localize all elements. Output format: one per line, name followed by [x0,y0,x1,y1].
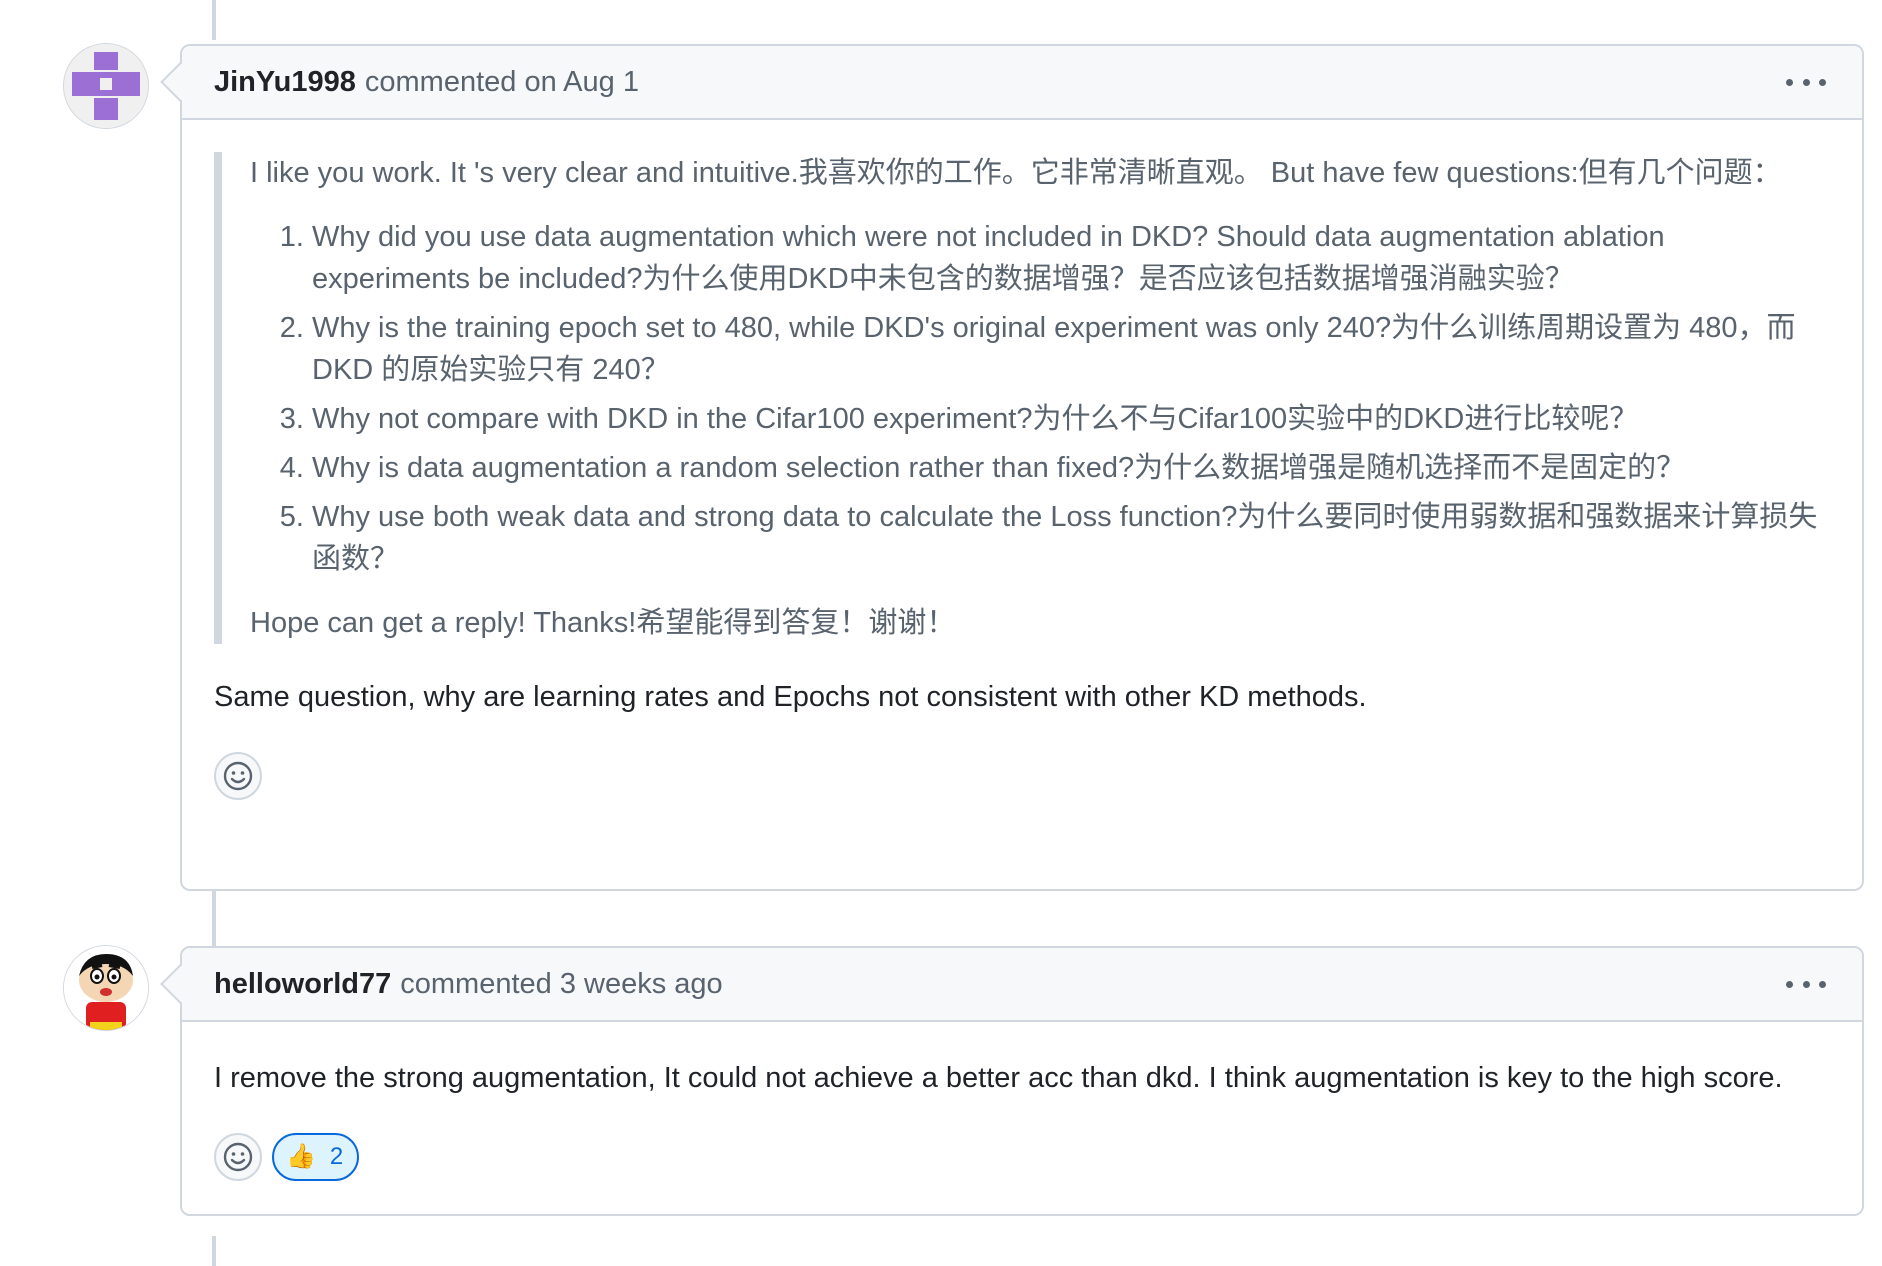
comment-text: Same question, why are learning rates an… [214,681,1367,713]
avatar-jinyu1998[interactable] [64,44,148,128]
kebab-horizontal-icon[interactable] [1786,970,1826,998]
comment-body: I like you work. It 's very clear and in… [182,152,1862,800]
comment-card: JinYu1998 commented on Aug 1 I like you … [180,44,1864,891]
list-item: Why is the training epoch set to 480, wh… [312,307,1830,391]
comment-timestamp[interactable]: commented 3 weeks ago [400,968,722,1001]
comment-header: helloworld77 commented 3 weeks ago [182,948,1862,1022]
quote-intro: I like you work. It 's very clear and in… [250,157,1782,189]
list-item: Why did you use data augmentation which … [312,216,1830,300]
comment-body: I remove the strong augmentation, It cou… [182,1057,1862,1181]
thumbs-up-reaction-button[interactable]: 👍 2 [272,1133,360,1181]
add-reaction-button[interactable] [214,752,262,800]
blockquote: I like you work. It 's very clear and in… [214,152,1830,644]
reactions-bar [214,752,1830,800]
comment-header: JinYu1998 commented on Aug 1 [182,46,1862,120]
smiley-icon [223,1142,253,1172]
add-reaction-button[interactable] [214,1133,262,1181]
avatar-helloworld77[interactable] [64,946,148,1030]
quote-outro: Hope can get a reply! Thanks!希望能得到答复！谢谢！ [250,607,956,639]
smiley-icon [223,761,253,791]
cartoon-avatar-icon [64,946,148,1030]
reactions-bar: 👍 2 [214,1133,1830,1181]
identicon-avatar-icon [64,44,148,128]
questions-list: Why did you use data augmentation which … [250,216,1830,580]
comment-card: helloworld77 commented 3 weeks ago I rem… [180,946,1864,1216]
comment-text: I remove the strong augmentation, It cou… [214,1062,1783,1094]
comment-author[interactable]: helloworld77 [214,968,391,1001]
reaction-count: 2 [329,1143,344,1170]
comment-author[interactable]: JinYu1998 [214,66,356,99]
list-item: Why is data augmentation a random select… [312,447,1830,489]
list-item: Why use both weak data and strong data t… [312,496,1830,580]
thumbs-up-icon: 👍 [286,1143,316,1170]
timeline-line-bottom [212,1236,216,1266]
list-item: Why not compare with DKD in the Cifar100… [312,398,1830,440]
kebab-horizontal-icon[interactable] [1786,68,1826,96]
timeline-line-top [212,0,216,40]
comment-timestamp[interactable]: commented on Aug 1 [365,66,639,99]
